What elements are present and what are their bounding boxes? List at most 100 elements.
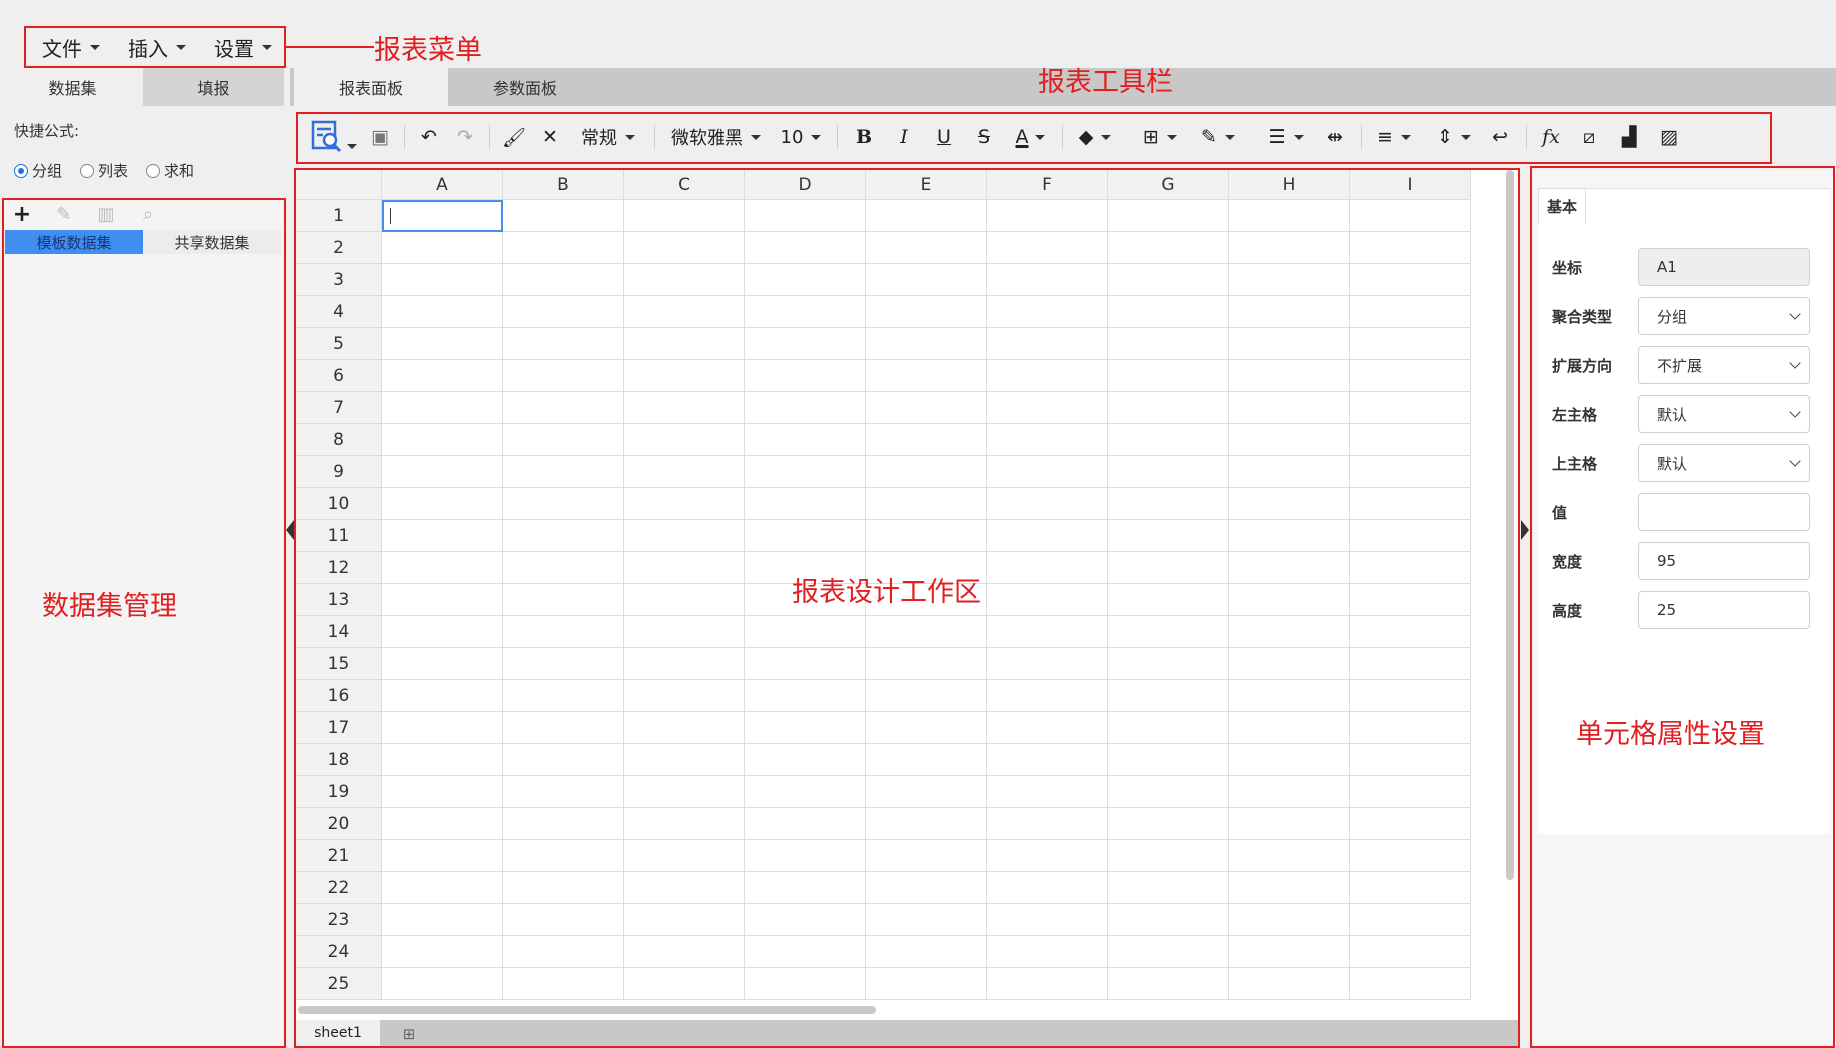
grid-cell[interactable] xyxy=(745,264,866,296)
selected-cell[interactable] xyxy=(382,200,503,232)
grid-cell[interactable] xyxy=(503,680,624,712)
save-icon[interactable]: ▣ xyxy=(362,119,398,155)
grid-cell[interactable] xyxy=(503,296,624,328)
slash-icon[interactable]: ⧄ xyxy=(1569,119,1609,155)
grid-cell[interactable] xyxy=(745,680,866,712)
grid-cell[interactable] xyxy=(503,712,624,744)
grid-cell[interactable] xyxy=(503,936,624,968)
bold-icon[interactable]: B xyxy=(844,119,884,155)
redo-icon[interactable]: ↷ xyxy=(447,119,483,155)
grid-cell[interactable] xyxy=(1350,744,1471,776)
row-header[interactable]: 2 xyxy=(296,232,382,264)
property-select[interactable]: 分组 xyxy=(1638,297,1810,335)
grid-cell[interactable] xyxy=(987,360,1108,392)
chart-icon[interactable]: ▟ xyxy=(1609,119,1649,155)
grid-cell[interactable] xyxy=(1350,904,1471,936)
grid-cell[interactable] xyxy=(866,808,987,840)
grid-cell[interactable] xyxy=(1108,328,1229,360)
tab-template-dataset[interactable]: 模板数据集 xyxy=(5,230,143,254)
grid-cell[interactable] xyxy=(1229,232,1350,264)
grid-cell[interactable] xyxy=(1108,936,1229,968)
grid-cell[interactable] xyxy=(745,200,866,232)
grid-cell[interactable] xyxy=(1350,424,1471,456)
grid-cell[interactable] xyxy=(866,424,987,456)
grid-cell[interactable] xyxy=(382,872,503,904)
grid-cell[interactable] xyxy=(503,872,624,904)
grid-cell[interactable] xyxy=(624,840,745,872)
grid-cell[interactable] xyxy=(624,424,745,456)
grid-cell[interactable] xyxy=(745,360,866,392)
grid-cell[interactable] xyxy=(1229,296,1350,328)
grid-cell[interactable] xyxy=(866,328,987,360)
border-color-button[interactable]: ✎ xyxy=(1189,119,1247,155)
font-family-select[interactable]: 微软雅黑 xyxy=(661,119,771,155)
grid-cell[interactable] xyxy=(987,840,1108,872)
row-header[interactable]: 4 xyxy=(296,296,382,328)
grid-cell[interactable] xyxy=(1108,488,1229,520)
border-button[interactable]: ⊞ xyxy=(1131,119,1189,155)
grid-cell[interactable] xyxy=(1108,840,1229,872)
grid-cell[interactable] xyxy=(745,392,866,424)
grid-cell[interactable] xyxy=(1229,328,1350,360)
grid-cell[interactable] xyxy=(503,360,624,392)
tab-fill-report[interactable]: 填报 xyxy=(143,68,284,106)
row-header[interactable]: 17 xyxy=(296,712,382,744)
merge-cells-icon[interactable]: ⇹ xyxy=(1315,119,1355,155)
grid-cell[interactable] xyxy=(1350,488,1471,520)
grid-cell[interactable] xyxy=(1108,232,1229,264)
grid-cell[interactable] xyxy=(987,872,1108,904)
grid-cell[interactable] xyxy=(1229,872,1350,904)
grid-cell[interactable] xyxy=(866,648,987,680)
grid-cell[interactable] xyxy=(745,968,866,1000)
collapse-right-icon[interactable] xyxy=(1521,520,1529,540)
grid-cell[interactable] xyxy=(624,776,745,808)
grid-cell[interactable] xyxy=(382,680,503,712)
grid-cell[interactable] xyxy=(866,744,987,776)
tab-basic[interactable]: 基本 xyxy=(1538,188,1586,224)
grid-cell[interactable] xyxy=(1350,584,1471,616)
search-icon[interactable]: ⌕ xyxy=(137,204,159,225)
grid-cell[interactable] xyxy=(1229,616,1350,648)
grid-cell[interactable] xyxy=(987,648,1108,680)
grid-cell[interactable] xyxy=(624,328,745,360)
grid-cell[interactable] xyxy=(624,264,745,296)
formula-icon[interactable]: fx xyxy=(1533,119,1569,155)
grid-cell[interactable] xyxy=(382,776,503,808)
grid-cell[interactable] xyxy=(1108,200,1229,232)
grid-cell[interactable] xyxy=(866,968,987,1000)
grid-cell[interactable] xyxy=(987,584,1108,616)
grid-cell[interactable] xyxy=(503,744,624,776)
grid-cell[interactable] xyxy=(1108,392,1229,424)
grid-cell[interactable] xyxy=(624,680,745,712)
preview-button[interactable] xyxy=(306,119,362,155)
property-select[interactable]: 不扩展 xyxy=(1638,346,1810,384)
grid-cell[interactable] xyxy=(866,680,987,712)
grid-cell[interactable] xyxy=(382,296,503,328)
grid-cell[interactable] xyxy=(1350,648,1471,680)
grid-cell[interactable] xyxy=(503,584,624,616)
property-select[interactable]: 默认 xyxy=(1638,395,1810,433)
row-header[interactable]: 10 xyxy=(296,488,382,520)
grid-cell[interactable] xyxy=(866,456,987,488)
grid-cell[interactable] xyxy=(1229,744,1350,776)
grid-cell[interactable] xyxy=(382,904,503,936)
image-icon[interactable]: ▨ xyxy=(1649,119,1689,155)
column-header[interactable]: G xyxy=(1108,170,1229,200)
grid-cell[interactable] xyxy=(1229,712,1350,744)
add-sheet-icon[interactable]: ⊞ xyxy=(386,1022,432,1046)
column-header[interactable]: H xyxy=(1229,170,1350,200)
grid-cell[interactable] xyxy=(866,904,987,936)
grid-cell[interactable] xyxy=(745,840,866,872)
grid-cell[interactable] xyxy=(1350,712,1471,744)
grid-cell[interactable] xyxy=(382,488,503,520)
grid-cell[interactable] xyxy=(866,360,987,392)
grid-cell[interactable] xyxy=(1350,392,1471,424)
grid-cell[interactable] xyxy=(503,616,624,648)
grid-cell[interactable] xyxy=(745,936,866,968)
grid-cell[interactable] xyxy=(745,296,866,328)
collapse-left-icon[interactable] xyxy=(286,520,294,540)
grid-cell[interactable] xyxy=(624,872,745,904)
grid-cell[interactable] xyxy=(745,712,866,744)
tab-shared-dataset[interactable]: 共享数据集 xyxy=(143,230,281,254)
grid-cell[interactable] xyxy=(624,584,745,616)
